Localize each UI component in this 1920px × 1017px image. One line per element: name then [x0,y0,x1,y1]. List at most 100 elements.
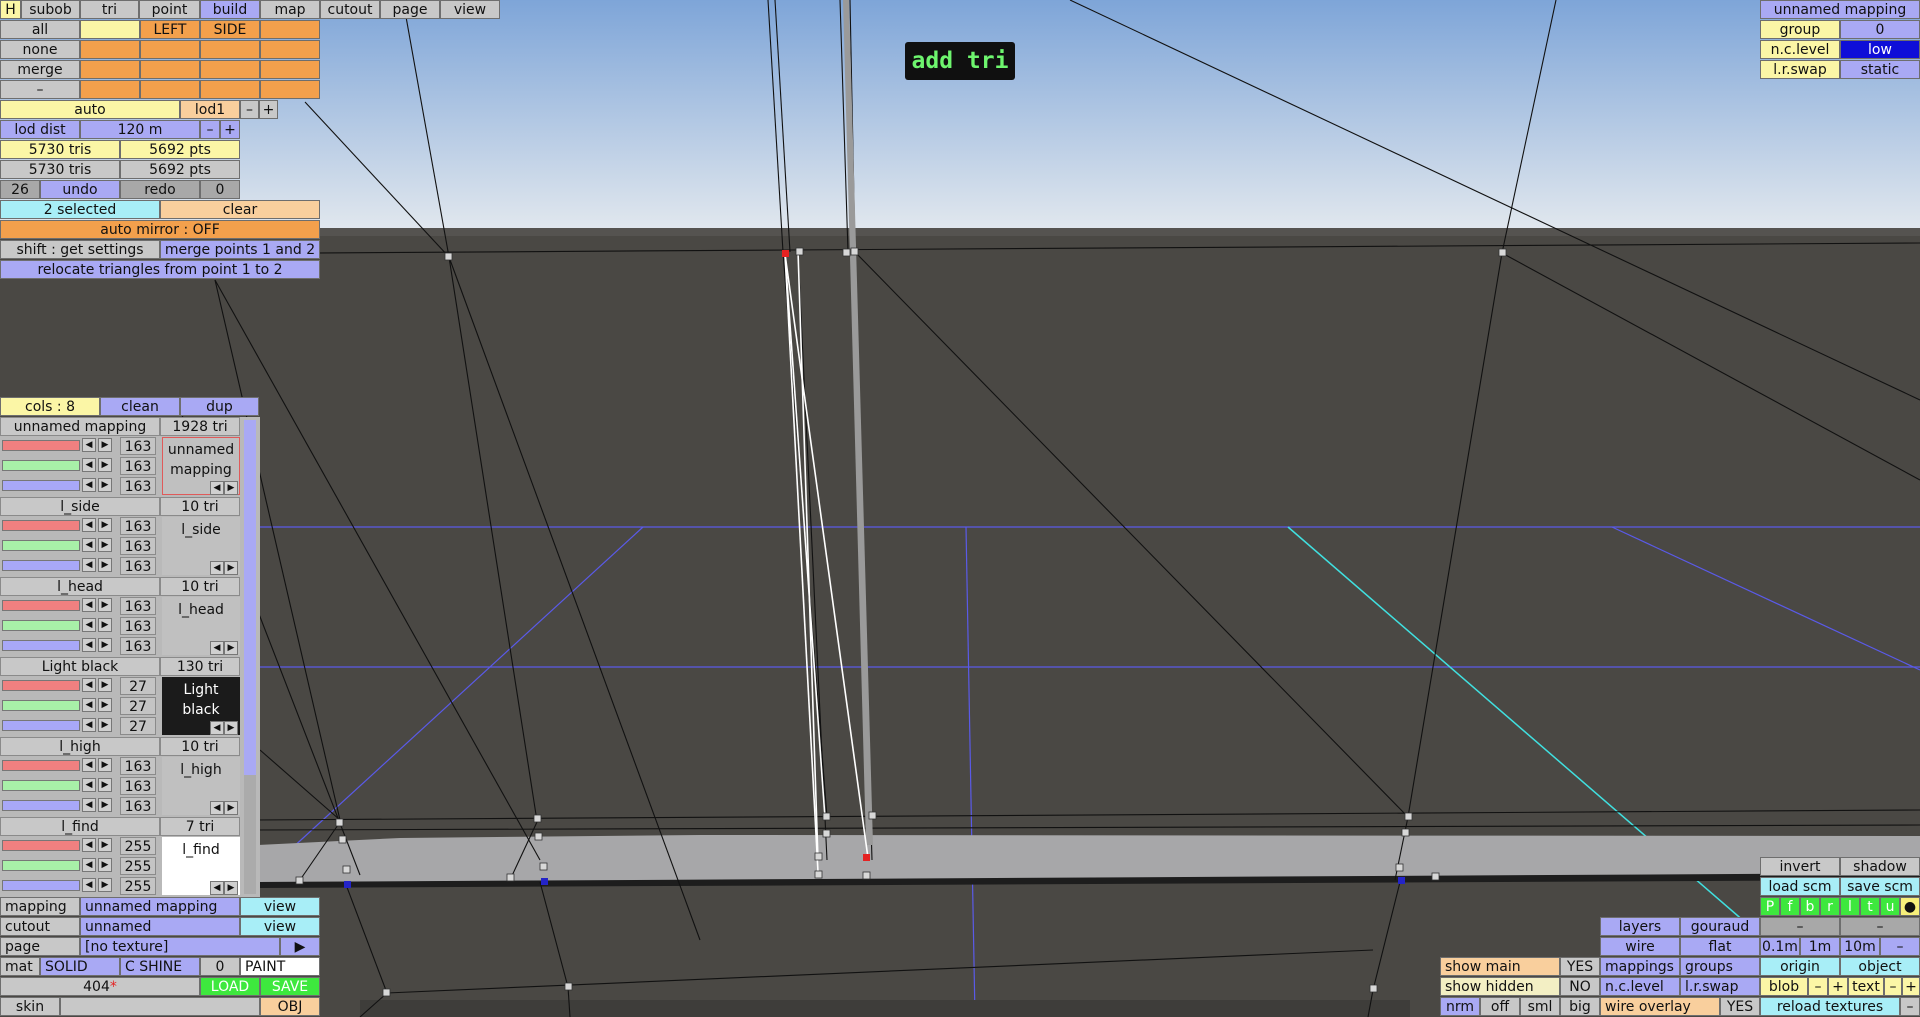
view-dir-l-button[interactable]: l [1840,897,1860,916]
arrow-left-icon[interactable]: ◀ [210,561,224,575]
arrow-right-icon[interactable]: ▶ [224,481,238,495]
lod-auto-button[interactable]: auto [0,100,180,119]
color-channel-slider[interactable] [2,460,80,471]
arrow-left-icon[interactable]: ◀ [82,758,96,772]
grid-10m-button[interactable]: 10m [1840,937,1880,956]
color-channel-slider[interactable] [2,640,80,651]
select-left-button[interactable]: LEFT [140,20,200,39]
arrow-right-icon[interactable]: ▶ [98,518,112,532]
material-name[interactable]: Light black [0,657,160,676]
color-channel-value[interactable]: 27 [120,677,156,695]
grid-01m-button[interactable]: 0.1m [1760,937,1800,956]
select-side-button[interactable]: SIDE [200,20,260,39]
color-channel-slider[interactable] [2,680,80,691]
arrow-left-icon[interactable]: ◀ [82,838,96,852]
color-channel-slider[interactable] [2,480,80,491]
color-channel-value[interactable]: 163 [120,797,156,815]
dup-button[interactable]: dup [180,397,259,416]
dash-left-button[interactable]: – [1760,917,1840,936]
select-slot-yellow[interactable] [80,20,140,39]
group-value[interactable]: 0 [1840,20,1920,39]
big-button[interactable]: big [1560,997,1600,1016]
arrow-left-icon[interactable]: ◀ [82,858,96,872]
color-channel-value[interactable]: 163 [120,537,156,555]
arrow-right-icon[interactable]: ▶ [224,641,238,655]
arrow-left-icon[interactable]: ◀ [210,801,224,815]
arrow-left-icon[interactable]: ◀ [82,878,96,892]
cutout-view-button[interactable]: view [240,917,320,936]
cshine-toggle[interactable]: C SHINE [120,957,200,976]
arrow-left-icon[interactable]: ◀ [210,881,224,895]
lod-name[interactable]: lod1 [180,100,240,119]
nclevel-button[interactable]: n.c.level [1600,977,1680,996]
mapping-select[interactable]: unnamed mapping [80,897,240,916]
material-name[interactable]: l_side [0,497,160,516]
material-name[interactable]: l_high [0,737,160,756]
color-channel-value[interactable]: 255 [120,837,156,855]
page-select[interactable]: [no texture] [80,937,280,956]
save-button[interactable]: SAVE [260,977,320,996]
origin-button[interactable]: origin [1760,957,1840,976]
merge-points-button[interactable]: merge points 1 and 2 [160,240,320,259]
lod-dist-value[interactable]: 120 m [80,120,200,139]
blob-button[interactable]: blob [1760,977,1808,996]
page-next-button[interactable]: ▶ [280,937,320,956]
dash-right-button[interactable]: – [1840,917,1920,936]
select-slot[interactable] [80,60,140,79]
tab-subob[interactable]: subob [21,0,80,19]
arrow-left-icon[interactable]: ◀ [210,481,224,495]
lod-minus-button[interactable]: – [240,100,259,119]
paint-toggle[interactable]: PAINT [240,957,320,976]
color-channel-value[interactable]: 163 [120,477,156,495]
redo-button[interactable]: redo [120,180,200,199]
tab-view[interactable]: view [440,0,500,19]
off-button[interactable]: off [1480,997,1520,1016]
view-dir-u-button[interactable]: u [1880,897,1900,916]
color-channel-slider[interactable] [2,840,80,851]
h-button[interactable]: H [0,0,21,19]
cutout-select[interactable]: unnamed [80,917,240,936]
tab-map[interactable]: map [260,0,320,19]
arrow-right-icon[interactable]: ▶ [98,438,112,452]
clear-selection-button[interactable]: clear [160,200,320,219]
view-dir-b-button[interactable]: b [1800,897,1820,916]
arrow-right-icon[interactable]: ▶ [98,598,112,612]
select-slot[interactable] [80,40,140,59]
mapping-title[interactable]: unnamed mapping [1760,0,1920,19]
arrow-right-icon[interactable]: ▶ [98,618,112,632]
grid-minus-button[interactable]: – [1880,937,1920,956]
shadow-button[interactable]: shadow [1840,857,1920,876]
gouraud-button[interactable]: gouraud [1680,917,1760,936]
select-slot[interactable] [260,80,320,99]
color-channel-value[interactable]: 163 [120,617,156,635]
lrswap-button[interactable]: l.r.swap [1680,977,1760,996]
color-channel-slider[interactable] [2,440,80,451]
selected-vertex-1[interactable] [782,250,789,257]
arrow-left-icon[interactable]: ◀ [82,718,96,732]
arrow-right-icon[interactable]: ▶ [98,718,112,732]
arrow-right-icon[interactable]: ▶ [224,801,238,815]
lod-dist-plus[interactable]: + [220,120,240,139]
relocate-triangles-button[interactable]: relocate triangles from point 1 to 2 [0,260,320,279]
groups-button[interactable]: groups [1680,957,1760,976]
load-button[interactable]: LOAD [200,977,260,996]
lod-plus-button[interactable]: + [259,100,278,119]
arrow-right-icon[interactable]: ▶ [98,798,112,812]
arrow-right-icon[interactable]: ▶ [98,698,112,712]
color-channel-slider[interactable] [2,540,80,551]
obj-button[interactable]: OBJ [260,997,320,1016]
layers-button[interactable]: layers [1600,917,1680,936]
tab-tri[interactable]: tri [80,0,139,19]
color-channel-value[interactable]: 163 [120,517,156,535]
arrow-left-icon[interactable]: ◀ [82,638,96,652]
blob-minus-button[interactable]: – [1808,977,1828,996]
material-name[interactable]: l_find [0,817,160,836]
select-all-button[interactable]: all [0,20,80,39]
color-channel-value[interactable]: 163 [120,597,156,615]
materials-scrollbar-thumb[interactable] [244,420,256,775]
select-slot[interactable] [260,60,320,79]
grid-1m-button[interactable]: 1m [1800,937,1840,956]
color-channel-slider[interactable] [2,860,80,871]
dash-button[interactable]: – [0,80,80,99]
select-slot[interactable] [200,60,260,79]
